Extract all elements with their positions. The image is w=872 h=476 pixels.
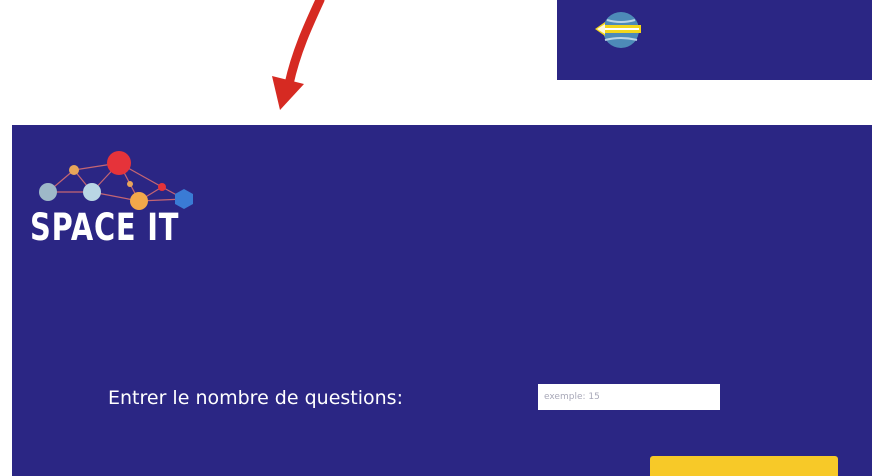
question-count-input[interactable] (538, 384, 720, 410)
question-count-label: Entrer le nombre de questions: (108, 387, 403, 409)
globe-back-button[interactable] (591, 8, 649, 52)
app-panel: SPACE IT Entrer le nombre de questions: (12, 125, 872, 476)
curved-arrow-down-icon (262, 0, 342, 115)
space-it-logo: SPACE IT (26, 137, 216, 247)
globe-back-icon (595, 12, 641, 48)
start-button[interactable] (650, 456, 838, 476)
planet-network-icon (39, 151, 193, 210)
logo-text: SPACE IT (30, 206, 180, 249)
inset-panel (557, 0, 872, 80)
screen: SPACE IT Entrer le nombre de questions: (0, 0, 872, 476)
